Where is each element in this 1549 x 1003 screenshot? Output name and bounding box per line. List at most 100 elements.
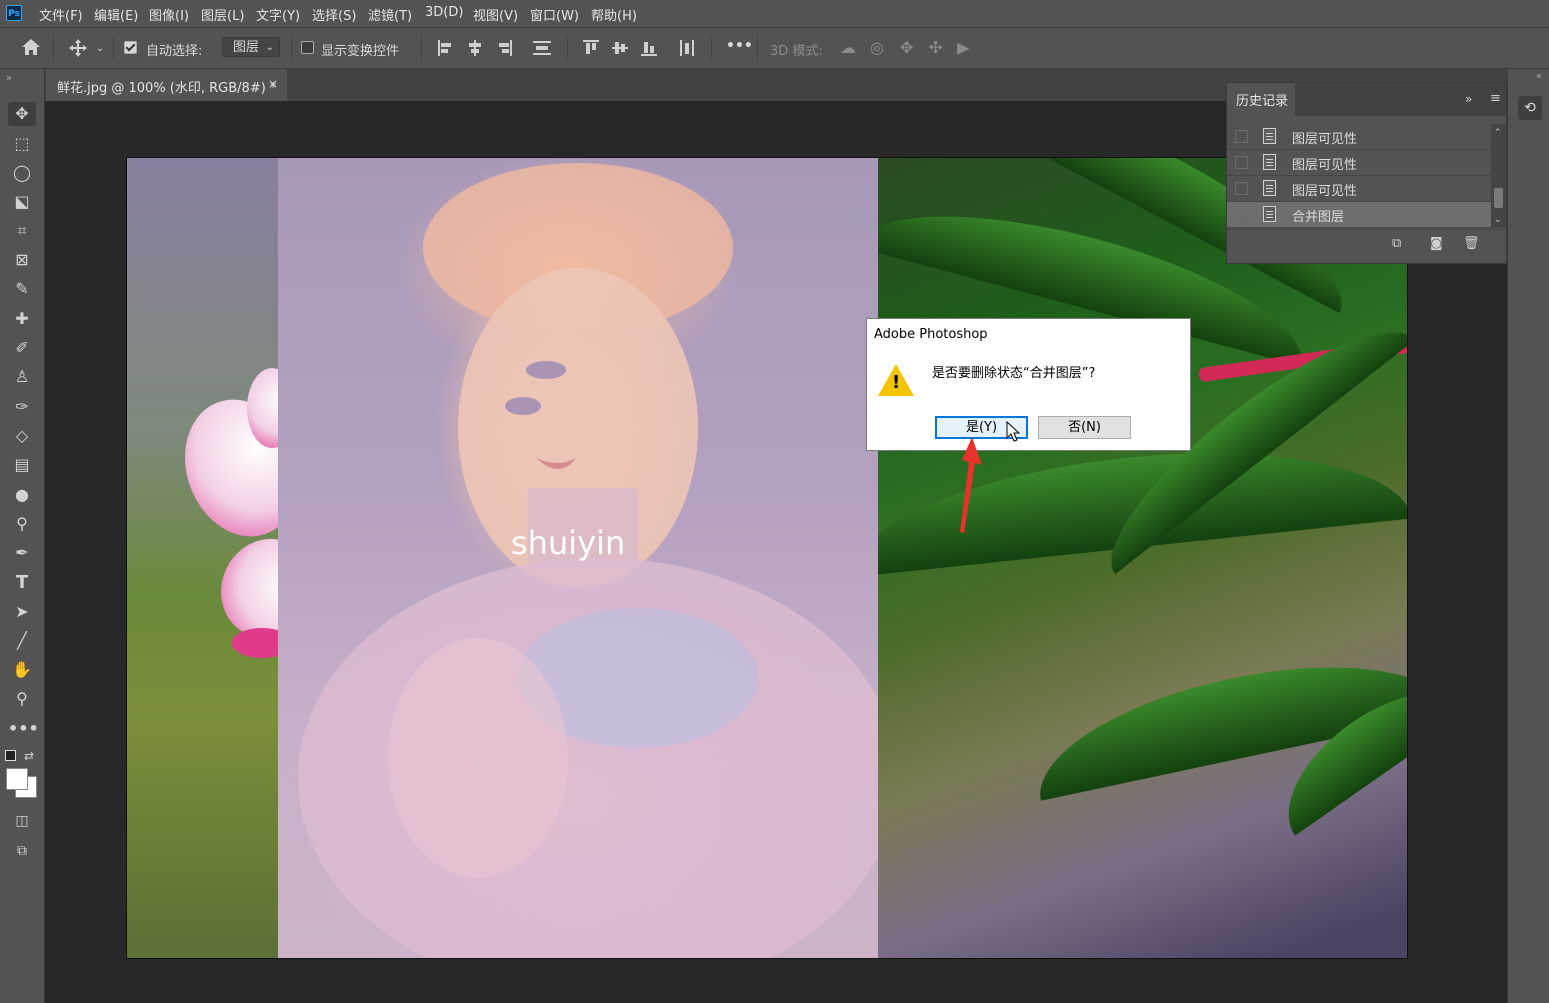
panel-menu-icon[interactable]: ≡ [1490,91,1501,107]
pen-tool-icon[interactable]: ✒ [8,541,36,565]
history-item-label: 图层可见性 [1292,132,1358,147]
show-transform-label: 显示变换控件 [321,44,400,59]
history-snapshot-box[interactable] [1235,156,1248,169]
history-state-icon [1263,206,1276,222]
edit-toolbar-icon[interactable]: ••• [8,717,39,741]
collapse-panel-icon[interactable]: » [1465,91,1472,107]
menu-edit[interactable]: 编辑(E) [94,5,138,24]
history-snapshot-box[interactable] [1235,130,1248,143]
history-state-icon [1263,128,1276,144]
history-item-label: 合并图层 [1292,210,1345,225]
align-top-edges-icon[interactable] [583,40,599,56]
type-tool-icon[interactable]: T [8,571,36,595]
warning-exclamation-icon: ! [892,372,901,393]
auto-select-checkbox[interactable] [124,41,137,54]
clone-stamp-tool-icon[interactable]: ♙ [8,365,36,389]
show-transform-checkbox[interactable] [301,41,314,54]
document-canvas[interactable]: shuiyin [126,157,1408,959]
blur-tool-icon[interactable]: ● [8,483,36,507]
swap-colors-icon[interactable]: ⇄ [24,748,34,764]
dodge-tool-icon[interactable]: ⚲ [8,512,36,536]
home-icon[interactable] [21,38,41,56]
path-selection-tool-icon[interactable]: ➤ [8,600,36,624]
portrait-layer: shuiyin [278,158,878,958]
menu-type[interactable]: 文字(Y) [256,5,300,24]
distribute-horizontal-icon[interactable] [679,40,695,56]
more-options-icon[interactable]: ••• [726,38,753,54]
quick-mask-icon[interactable]: ◫ [8,809,36,833]
hand-tool-icon[interactable]: ✋ [8,658,36,682]
leaf-background-right [844,158,1407,958]
lasso-tool-icon[interactable]: ◯ [8,161,36,185]
scrollbar-thumb[interactable] [1494,188,1503,208]
menu-window[interactable]: 窗口(W) [530,5,579,24]
history-panel: 历史记录 » ≡ 图层可见性 图层可见性 图层可见性 合并图层 ⌃ ⌄ ⧉ ◙ … [1226,82,1507,264]
crop-tool-icon[interactable]: ⌗ [8,219,36,243]
history-item-selected[interactable]: 合并图层 [1227,202,1491,228]
confirm-dialog: Adobe Photoshop ! 是否要删除状态“合并图层”? 是(Y) 否(… [866,318,1191,451]
scroll-up-icon[interactable]: ⌃ [1494,125,1502,141]
align-bottom-edges-icon[interactable] [641,40,657,56]
document-tab[interactable]: 鲜花.jpg @ 100% (水印, RGB/8#) * × [46,69,287,101]
align-right-edges-icon[interactable] [496,40,512,56]
frame-tool-icon[interactable]: ⊠ [8,248,36,272]
history-brush-tool-icon[interactable]: ✑ [8,395,36,419]
align-horizontal-centers-icon[interactable] [467,40,483,56]
eyedropper-tool-icon[interactable]: ✎ [8,277,36,301]
move-tool-icon[interactable]: ✥ [8,102,36,126]
dialog-title-bar[interactable]: Adobe Photoshop [867,319,1190,350]
menu-view[interactable]: 视图(V) [473,5,518,24]
history-snapshot-box[interactable] [1235,182,1248,195]
auto-select-target-dropdown[interactable]: 图层 ⌄ [222,37,280,57]
3d-slide-icon[interactable]: ✣ [929,40,942,56]
marquee-tool-icon[interactable]: ⬚ [8,132,36,156]
menu-3d[interactable]: 3D(D) [425,5,463,20]
auto-select-target-value: 图层 [233,40,260,55]
menu-select[interactable]: 选择(S) [312,5,356,24]
align-left-edges-icon[interactable] [438,40,454,56]
history-item[interactable]: 图层可见性 [1227,150,1491,176]
scroll-down-icon[interactable]: ⌄ [1494,212,1502,228]
3d-scale-icon[interactable]: ▶ [957,40,969,56]
eraser-tool-icon[interactable]: ◇ [8,424,36,448]
tools-panel: » ✥ ⬚ ◯ ⬕ ⌗ ⊠ ✎ ✚ ✐ ♙ ✑ ◇ ▤ ● ⚲ ✒ T ➤ ╱ … [0,69,45,1003]
screen-mode-icon[interactable]: ⧉ [8,839,36,863]
zoom-tool-icon[interactable]: ⚲ [8,687,36,711]
history-item[interactable]: 图层可见性 [1227,176,1491,202]
mouse-cursor-icon [1006,421,1021,442]
chevron-down-icon[interactable]: ⌄ [96,41,104,57]
menu-filter[interactable]: 滤镜(T) [368,5,412,24]
3d-roll-icon[interactable]: ◎ [870,40,884,56]
gradient-tool-icon[interactable]: ▤ [8,453,36,477]
menu-file[interactable]: 文件(F) [39,5,83,24]
align-vertical-centers-icon[interactable] [612,40,628,56]
3d-pan-icon[interactable]: ✥ [900,40,913,56]
distribute-vertical-icon[interactable] [533,40,551,56]
history-item[interactable]: 图层可见性 [1227,124,1491,150]
close-icon[interactable]: × [268,77,278,91]
object-selection-tool-icon[interactable]: ⬕ [8,190,36,214]
move-tool-icon[interactable] [68,38,88,58]
default-colors-icon[interactable] [5,750,16,761]
3d-mode-label: 3D 模式: [770,44,823,59]
foreground-color-swatch[interactable] [6,768,28,790]
trash-icon[interactable]: 🗑 [1463,236,1480,252]
menu-help[interactable]: 帮助(H) [591,5,637,24]
camera-icon[interactable]: ◙ [1430,236,1443,252]
no-button[interactable]: 否(N) [1038,416,1131,439]
healing-brush-tool-icon[interactable]: ✚ [8,307,36,331]
new-document-from-state-icon[interactable]: ⧉ [1392,236,1401,252]
line-tool-icon[interactable]: ╱ [8,629,36,653]
history-scrollbar[interactable]: ⌃ ⌄ [1491,124,1506,228]
options-bar: ⌄ 自动选择: 图层 ⌄ 显示变换控件 ••• 3D 模式: ☁ ◎ ✥ ✣ ▶ [0,28,1549,69]
3d-orbit-icon[interactable]: ☁ [840,40,856,56]
brush-tool-icon[interactable]: ✐ [8,336,36,360]
history-snapshot-box[interactable] [1235,208,1248,221]
history-panel-icon[interactable]: ⟲ [1518,96,1542,120]
history-tab[interactable]: 历史记录 [1227,83,1295,116]
collapse-dock-icon[interactable]: « [1536,69,1542,85]
menu-image[interactable]: 图像(I) [149,5,189,24]
collapse-panel-icon[interactable]: » [6,71,12,87]
history-item-label: 图层可见性 [1292,184,1358,199]
menu-layer[interactable]: 图层(L) [201,5,244,24]
